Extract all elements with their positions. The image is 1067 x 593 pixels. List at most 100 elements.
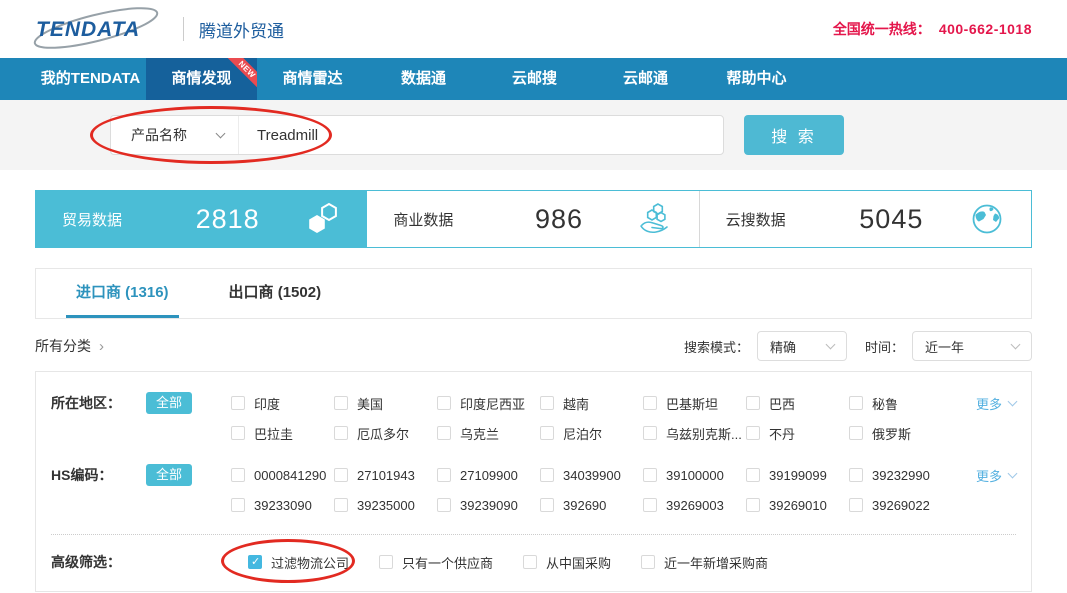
nav-item[interactable]: 帮助中心 bbox=[701, 58, 812, 100]
all-badge[interactable]: 全部 bbox=[146, 392, 192, 414]
option-label: 27109900 bbox=[460, 468, 518, 483]
checkbox[interactable] bbox=[334, 498, 348, 512]
checkbox[interactable] bbox=[231, 468, 245, 482]
checkbox[interactable] bbox=[643, 426, 657, 440]
checkbox[interactable] bbox=[437, 426, 451, 440]
checkbox[interactable] bbox=[334, 468, 348, 482]
filter-option[interactable]: 俄罗斯 bbox=[849, 418, 952, 448]
stat-trade-data[interactable]: 贸易数据 2818 bbox=[36, 191, 367, 247]
checkbox[interactable] bbox=[849, 396, 863, 410]
checkbox[interactable] bbox=[379, 555, 393, 569]
checkbox[interactable] bbox=[231, 426, 245, 440]
checkbox[interactable] bbox=[643, 468, 657, 482]
checkbox[interactable] bbox=[437, 498, 451, 512]
filter-option[interactable]: 34039900 bbox=[540, 460, 643, 490]
filter-option[interactable]: 从中国采购 bbox=[523, 547, 611, 577]
checkbox[interactable] bbox=[540, 468, 554, 482]
checkbox[interactable] bbox=[437, 468, 451, 482]
filter-option[interactable]: 39232990 bbox=[849, 460, 952, 490]
option-label: 厄瓜多尔 bbox=[357, 424, 409, 443]
option-label: 只有一个供应商 bbox=[402, 553, 493, 572]
filter-option[interactable]: 尼泊尔 bbox=[540, 418, 643, 448]
more-link-region[interactable]: 更多 bbox=[976, 388, 1031, 418]
filter-option[interactable]: 392690 bbox=[540, 490, 643, 520]
filter-option[interactable]: 乌克兰 bbox=[437, 418, 540, 448]
hand-hexagons-icon bbox=[633, 201, 673, 237]
filter-option[interactable]: 27109900 bbox=[437, 460, 540, 490]
filter-option[interactable]: 39269022 bbox=[849, 490, 952, 520]
checkbox[interactable] bbox=[643, 498, 657, 512]
all-badge[interactable]: 全部 bbox=[146, 464, 192, 486]
region-options: 印度美国印度尼西亚越南巴基斯坦巴西秘鲁巴拉圭 厄瓜多尔 乌克兰尼泊尔乌兹别克斯...… bbox=[231, 388, 955, 448]
tab-exporters[interactable]: 出口商 (1502) bbox=[219, 269, 332, 318]
filter-option[interactable]: 过滤物流公司 bbox=[248, 547, 349, 577]
checkbox[interactable] bbox=[746, 468, 760, 482]
option-label: 39239090 bbox=[460, 498, 518, 513]
tendata-logo[interactable]: TENDATA bbox=[30, 7, 168, 51]
all-categories-link[interactable]: 所有分类 › bbox=[35, 336, 104, 356]
checkbox[interactable] bbox=[849, 426, 863, 440]
checkbox[interactable] bbox=[746, 498, 760, 512]
filter-option[interactable]: 39269003 bbox=[643, 490, 746, 520]
filter-option[interactable]: 39269010 bbox=[746, 490, 849, 520]
chevron-down-icon bbox=[216, 129, 226, 139]
stat-label: 贸易数据 bbox=[62, 209, 154, 230]
checkbox[interactable] bbox=[540, 426, 554, 440]
filter-option[interactable]: 印度尼西亚 bbox=[437, 388, 540, 418]
checkbox[interactable] bbox=[746, 396, 760, 410]
checkbox[interactable] bbox=[746, 426, 760, 440]
checkbox[interactable] bbox=[231, 396, 245, 410]
filter-option[interactable]: 39239090 bbox=[437, 490, 540, 520]
filter-option[interactable]: 39233090 bbox=[231, 490, 334, 520]
search-category-dropdown[interactable]: 产品名称 bbox=[111, 116, 239, 154]
filter-option[interactable]: 巴基斯坦 bbox=[643, 388, 746, 418]
option-label: 近一年新增采购商 bbox=[664, 553, 768, 572]
filter-option[interactable]: 39199099 bbox=[746, 460, 849, 490]
checkbox[interactable] bbox=[643, 396, 657, 410]
search-mode-select[interactable]: 精确 bbox=[757, 331, 847, 361]
checkbox[interactable] bbox=[523, 555, 537, 569]
nav-item[interactable]: 云邮通 bbox=[590, 58, 701, 100]
filter-option[interactable]: 不丹 bbox=[746, 418, 849, 448]
stat-business-data[interactable]: 商业数据 986 bbox=[367, 191, 698, 247]
checkbox[interactable] bbox=[849, 498, 863, 512]
filter-option[interactable]: 印度 bbox=[231, 388, 334, 418]
filter-option[interactable]: 巴西 bbox=[746, 388, 849, 418]
filter-option[interactable]: 越南 bbox=[540, 388, 643, 418]
time-select[interactable]: 近一年 bbox=[912, 331, 1032, 361]
filter-option[interactable]: 39100000 bbox=[643, 460, 746, 490]
nav-item[interactable]: 商情发现NEW bbox=[146, 58, 257, 100]
nav-item[interactable]: 云邮搜 bbox=[479, 58, 590, 100]
checkbox[interactable] bbox=[334, 426, 348, 440]
filter-option[interactable]: 27101943 bbox=[334, 460, 437, 490]
checkbox[interactable] bbox=[849, 468, 863, 482]
checkbox[interactable] bbox=[641, 555, 655, 569]
more-link-hscode[interactable]: 更多 bbox=[976, 460, 1031, 490]
filter-option[interactable]: 近一年新增采购商 bbox=[641, 547, 768, 577]
tab-importers[interactable]: 进口商 (1316) bbox=[66, 269, 179, 318]
filter-option[interactable]: 美国 bbox=[334, 388, 437, 418]
nav-item[interactable]: 数据通 bbox=[368, 58, 479, 100]
filter-option[interactable]: 乌兹别克斯... bbox=[643, 418, 746, 448]
filter-option[interactable]: 39235000 bbox=[334, 490, 437, 520]
filter-option[interactable]: 0000841290 bbox=[231, 460, 334, 490]
stat-cloud-search-data[interactable]: 云搜数据 5045 bbox=[699, 191, 1031, 247]
filter-option[interactable]: 秘鲁 bbox=[849, 388, 952, 418]
nav-item[interactable]: 商情雷达 bbox=[257, 58, 368, 100]
filter-option[interactable]: 只有一个供应商 bbox=[379, 547, 493, 577]
logo-text: TENDATA bbox=[36, 18, 140, 42]
checkbox[interactable] bbox=[437, 396, 451, 410]
search-button[interactable]: 搜 索 bbox=[744, 115, 844, 155]
checkbox[interactable] bbox=[231, 498, 245, 512]
meta-controls: 搜索模式： 精确 时间： 近一年 bbox=[684, 331, 1032, 361]
search-input[interactable] bbox=[239, 127, 723, 144]
filter-option[interactable]: 厄瓜多尔 bbox=[334, 418, 437, 448]
checkbox[interactable] bbox=[540, 396, 554, 410]
nav-item[interactable]: 我的TENDATA bbox=[35, 58, 146, 100]
checkbox[interactable] bbox=[540, 498, 554, 512]
logo-subtitle: 腾道外贸通 bbox=[199, 17, 284, 42]
meta-row: 所有分类 › 搜索模式： 精确 时间： 近一年 bbox=[35, 331, 1032, 361]
checkbox[interactable] bbox=[334, 396, 348, 410]
checkbox-checked[interactable] bbox=[248, 555, 262, 569]
filter-option[interactable]: 巴拉圭 bbox=[231, 418, 334, 448]
